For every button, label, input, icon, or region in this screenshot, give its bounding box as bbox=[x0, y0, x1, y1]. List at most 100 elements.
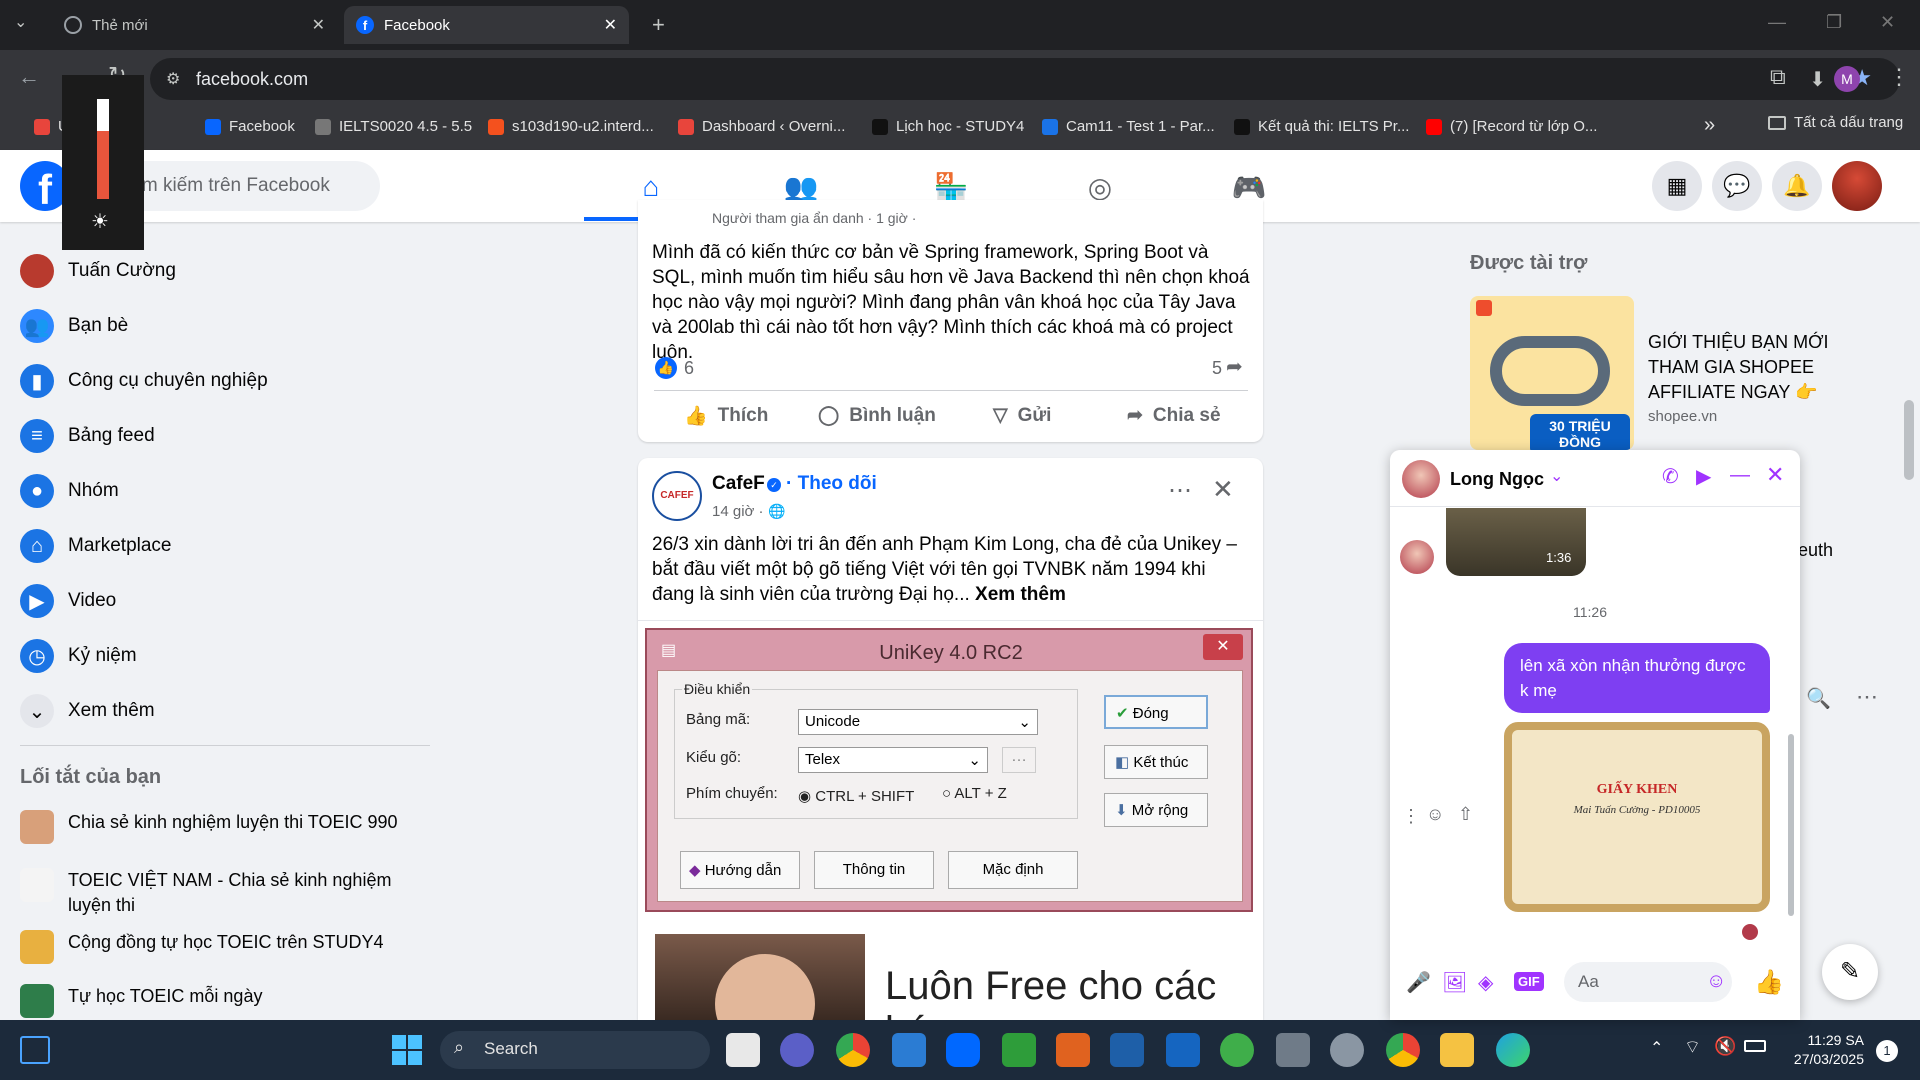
install-app-icon[interactable]: ⬇ bbox=[1809, 67, 1826, 92]
hide-post-icon[interactable]: ✕ bbox=[1212, 474, 1234, 505]
site-info-icon[interactable]: ⚙ bbox=[166, 69, 180, 89]
bookmark-item[interactable]: (7) [Record từ lớp O... bbox=[1416, 118, 1607, 135]
app-orange-icon[interactable] bbox=[1056, 1033, 1090, 1067]
zalo-icon[interactable] bbox=[946, 1033, 980, 1067]
bookmark-item[interactable]: Kết quả thi: IELTS Pr... bbox=[1224, 118, 1419, 135]
share-count[interactable]: 5 bbox=[1212, 358, 1222, 379]
contacts-options-icon[interactable]: ⋯ bbox=[1856, 684, 1878, 710]
page-name[interactable]: CafeF bbox=[712, 473, 765, 495]
bookmark-item[interactable]: Lịch học - STUDY4 bbox=[862, 118, 1034, 135]
chat-scrollbar-thumb[interactable] bbox=[1788, 734, 1794, 916]
shortcut-item[interactable]: Chia sẻ kinh nghiệm luyện thi TOEIC 990 bbox=[20, 810, 430, 844]
bookmark-item[interactable]: Cam11 - Test 1 - Par... bbox=[1032, 118, 1225, 135]
app-cube-icon[interactable] bbox=[1002, 1033, 1036, 1067]
sidebar-item-feed[interactable]: ≡ Bảng feed bbox=[20, 411, 155, 461]
message-options-icon[interactable]: ⋮ bbox=[1402, 806, 1420, 827]
back-icon[interactable]: ← bbox=[18, 64, 40, 90]
volume-muted-icon[interactable]: 🔇 bbox=[1714, 1036, 1736, 1057]
sidebar-item-video[interactable]: ▶ Video bbox=[20, 576, 116, 626]
close-chat-icon[interactable]: ✕ bbox=[1766, 462, 1784, 488]
app-terminal-icon[interactable] bbox=[1110, 1033, 1144, 1067]
microphone-icon[interactable]: 🎤 bbox=[1406, 970, 1431, 995]
contacts-search-icon[interactable]: 🔍 bbox=[1806, 686, 1831, 711]
post-time[interactable]: 14 giờ · bbox=[712, 503, 764, 520]
gif-icon[interactable]: GIF bbox=[1514, 972, 1544, 991]
close-window-icon[interactable]: ✕ bbox=[1880, 12, 1895, 33]
like-button[interactable]: 👍 Thích bbox=[684, 404, 768, 428]
chrome-profile-icon[interactable] bbox=[1386, 1033, 1420, 1067]
sidebar-item-clock[interactable]: ◷ Kỷ niệm bbox=[20, 631, 137, 681]
page-scrollbar-thumb[interactable] bbox=[1904, 400, 1914, 480]
ad-image[interactable]: 30 TRIỆU ĐỒNG bbox=[1470, 296, 1634, 450]
wifi-icon[interactable]: ⌔ bbox=[1684, 1036, 1701, 1059]
maximize-window-icon[interactable]: ❐ bbox=[1826, 12, 1842, 33]
account-avatar[interactable] bbox=[1832, 161, 1882, 211]
shortcut-item[interactable]: TOEIC VIỆT NAM - Chia sẻ kinh nghiệm luy… bbox=[20, 868, 430, 918]
new-tab-button[interactable]: + bbox=[652, 12, 665, 38]
chat-avatar[interactable] bbox=[1402, 460, 1440, 498]
outgoing-message[interactable]: lên xã xòn nhận thưởng được k mẹ bbox=[1504, 643, 1770, 713]
photo-icon[interactable]: 🖼 bbox=[1442, 970, 1467, 995]
see-more-link[interactable]: Xem thêm bbox=[975, 584, 1066, 605]
app-blue-icon[interactable] bbox=[1166, 1033, 1200, 1067]
bookmark-item[interactable]: Facebook bbox=[195, 118, 305, 135]
file-explorer-icon[interactable] bbox=[726, 1033, 760, 1067]
follow-link[interactable]: · Theo dõi bbox=[786, 473, 877, 495]
minimize-window-icon[interactable]: — bbox=[1768, 12, 1786, 33]
share-button[interactable]: ➦ Chia sẻ bbox=[1127, 404, 1221, 427]
send-button[interactable]: ▽ Gửi bbox=[993, 404, 1051, 427]
chrome-icon[interactable] bbox=[836, 1033, 870, 1067]
shortcut-item[interactable]: Tự học TOEIC mỗi ngày bbox=[20, 984, 430, 1018]
folder-icon[interactable] bbox=[1440, 1033, 1474, 1067]
close-tab-icon[interactable]: ✕ bbox=[312, 15, 325, 35]
browser-menu-icon[interactable]: ⋮ bbox=[1888, 64, 1910, 90]
shortcut-item[interactable]: Cộng đồng tự học TOEIC trên STUDY4 bbox=[20, 930, 430, 964]
messenger-icon[interactable]: 💬 bbox=[1712, 161, 1762, 211]
tab-facebook[interactable]: f Facebook ✕ bbox=[344, 6, 629, 44]
notification-count-badge[interactable]: 1 bbox=[1876, 1040, 1898, 1062]
tab-list-chevron-icon[interactable]: ⌄ bbox=[14, 12, 27, 32]
sidebar-item-friends[interactable]: 👥 Bạn bè bbox=[20, 301, 128, 351]
new-message-button[interactable]: ✎ bbox=[1822, 944, 1878, 1000]
post-second-image[interactable]: Luôn Free cho các bác bbox=[645, 930, 1253, 1020]
audio-call-icon[interactable]: ✆ bbox=[1662, 464, 1679, 489]
tab-new-tab[interactable]: Thẻ mới ✕ bbox=[52, 6, 337, 44]
windows-start-icon[interactable] bbox=[392, 1035, 422, 1065]
taskbar-time[interactable]: 11:29 SA bbox=[1784, 1032, 1864, 1048]
chat-contact-name[interactable]: Long Ngọc bbox=[1450, 469, 1544, 490]
comment-button[interactable]: ◯ Bình luận bbox=[818, 404, 936, 427]
share-message-icon[interactable]: ⇧ bbox=[1458, 804, 1473, 825]
chevron-down-icon[interactable]: ⌄ bbox=[1550, 466, 1563, 486]
sticker-icon[interactable]: ◈ bbox=[1478, 970, 1493, 995]
ad-domain[interactable]: shopee.vn bbox=[1648, 408, 1717, 425]
video-call-icon[interactable]: ▶ bbox=[1696, 464, 1711, 489]
sidebar-item-chevron-down[interactable]: ⌄ Xem thêm bbox=[20, 686, 155, 736]
like-reaction-icon[interactable]: 👍 bbox=[655, 357, 677, 379]
profile-avatar[interactable]: M bbox=[1834, 66, 1860, 92]
all-bookmarks-folder[interactable]: Tất cả dấu trang bbox=[1758, 114, 1913, 131]
battery-icon[interactable] bbox=[1744, 1040, 1766, 1052]
menu-grid-icon[interactable]: ▦ bbox=[1652, 161, 1702, 211]
edge-icon[interactable] bbox=[1496, 1033, 1530, 1067]
settings-gear-icon[interactable] bbox=[1330, 1033, 1364, 1067]
notifications-bell-icon[interactable]: 🔔 bbox=[1772, 161, 1822, 211]
ad-title[interactable]: GIỚI THIỆU BẠN MỚI THAM GIA SHOPEE AFFIL… bbox=[1648, 330, 1848, 405]
teams-icon[interactable] bbox=[780, 1033, 814, 1067]
react-emoji-icon[interactable]: ☺ bbox=[1426, 804, 1444, 825]
certificate-image[interactable]: GIẤY KHEN Mai Tuấn Cường - PD10005 bbox=[1504, 722, 1770, 912]
minimize-chat-icon[interactable]: — bbox=[1730, 464, 1750, 487]
taskbar-date[interactable]: 27/03/2025 bbox=[1784, 1051, 1864, 1067]
sidebar-item-shop[interactable]: ⌂ Marketplace bbox=[20, 521, 172, 571]
sidebar-item-profile[interactable]: Tuấn Cường bbox=[20, 246, 176, 296]
contacts-partial-name[interactable]: euth bbox=[1798, 540, 1833, 561]
thumbs-up-send-icon[interactable]: 👍 bbox=[1754, 968, 1784, 997]
sidebar-item-chart[interactable]: ▮ Công cụ chuyên nghiệp bbox=[20, 356, 268, 406]
emoji-icon[interactable]: ☺ bbox=[1706, 970, 1726, 993]
extensions-icon[interactable]: ⧉ bbox=[1770, 64, 1786, 90]
bookmark-item[interactable]: Dashboard ‹ Overni... bbox=[668, 118, 855, 135]
system-tray-chevron-icon[interactable]: ⌃ bbox=[1650, 1038, 1663, 1058]
reaction-count[interactable]: 6 bbox=[684, 358, 694, 379]
taskbar-search[interactable]: ⌕ Search bbox=[440, 1031, 710, 1069]
bookmark-item[interactable]: IELTS0020 4.5 - 5.5 bbox=[305, 118, 482, 135]
close-tab-icon[interactable]: ✕ bbox=[604, 15, 617, 35]
